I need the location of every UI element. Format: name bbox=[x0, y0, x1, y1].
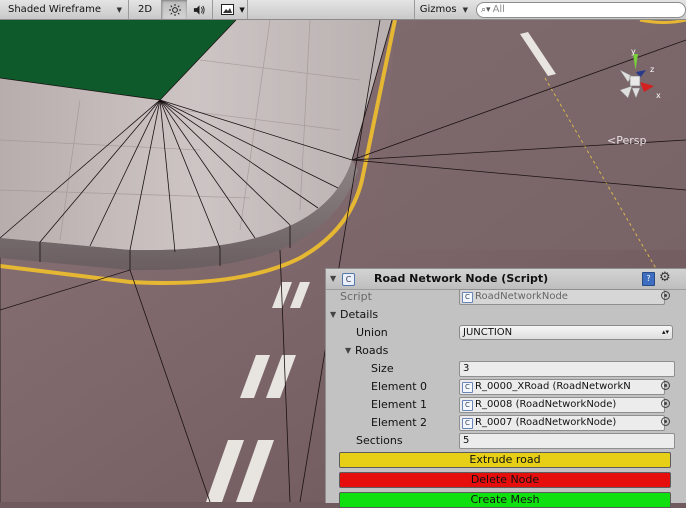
object-picker-icon bbox=[661, 291, 670, 300]
image-icon bbox=[220, 4, 234, 15]
size-row: Size 3 bbox=[326, 360, 686, 378]
gear-icon[interactable]: ⚙ bbox=[659, 270, 671, 285]
union-value: JUNCTION bbox=[463, 327, 513, 338]
chevron-down-icon: ▼ bbox=[239, 5, 245, 14]
chevron-down-icon: ▼ bbox=[116, 5, 122, 14]
element-row: Element 2 C R_0007 (RoadNetworkNode) bbox=[326, 414, 686, 432]
details-label: Details bbox=[340, 308, 379, 321]
script-file-icon: C bbox=[462, 400, 473, 411]
union-row: Union JUNCTION ▴▾ bbox=[326, 324, 686, 342]
size-label: Size bbox=[371, 362, 394, 375]
delete-node-button[interactable]: Delete Node bbox=[339, 472, 671, 488]
shading-mode-dropdown[interactable]: Shaded Wireframe ▼ bbox=[0, 0, 128, 19]
gizmos-dropdown[interactable]: Gizmos ▼ bbox=[415, 0, 472, 19]
element-label: Element 0 bbox=[371, 380, 428, 393]
search-placeholder: All bbox=[492, 4, 505, 15]
element-object-field[interactable]: C R_0000_XRoad (RoadNetworkN bbox=[459, 379, 665, 395]
object-picker-icon[interactable] bbox=[661, 417, 670, 426]
roads-label: Roads bbox=[355, 344, 389, 357]
foldout-arrow-icon[interactable]: ▼ bbox=[330, 274, 336, 283]
shading-mode-label: Shaded Wireframe bbox=[8, 4, 101, 15]
script-value: RoadNetworkNode bbox=[475, 291, 568, 302]
sections-row: Sections 5 bbox=[326, 432, 686, 450]
element-value: R_0008 (RoadNetworkNode) bbox=[475, 399, 617, 410]
scene-toolbar: Shaded Wireframe ▼ 2D ▼ Gizmos ▼ ⌕▾ All bbox=[0, 0, 686, 20]
speaker-icon bbox=[193, 4, 205, 15]
effects-dropdown-button[interactable]: ▼ bbox=[237, 0, 247, 19]
sections-input[interactable]: 5 bbox=[459, 433, 675, 449]
script-file-icon: C bbox=[462, 292, 473, 303]
foldout-arrow-icon[interactable]: ▼ bbox=[345, 346, 351, 355]
script-label: Script bbox=[340, 290, 372, 303]
scene-audio-button[interactable] bbox=[187, 0, 212, 19]
orientation-gizmo[interactable]: y z x bbox=[602, 48, 672, 118]
projection-toggle[interactable]: <Persp bbox=[607, 134, 646, 147]
details-foldout[interactable]: ▼ Details bbox=[326, 306, 686, 324]
object-picker-icon[interactable] bbox=[661, 381, 670, 390]
2d-toggle-button[interactable]: 2D bbox=[129, 0, 161, 19]
element-object-field[interactable]: C R_0007 (RoadNetworkNode) bbox=[459, 415, 665, 431]
foldout-arrow-icon[interactable]: ▼ bbox=[330, 310, 336, 319]
script-icon: C bbox=[342, 273, 355, 286]
svg-text:z: z bbox=[650, 65, 654, 74]
element-label: Element 1 bbox=[371, 398, 428, 411]
roads-foldout[interactable]: ▼ Roads bbox=[326, 342, 686, 360]
updown-arrows-icon: ▴▾ bbox=[661, 328, 669, 336]
arrow-left-icon: < bbox=[607, 134, 617, 147]
sun-icon bbox=[168, 3, 181, 16]
element-row: Element 0 C R_0000_XRoad (RoadNetworkN bbox=[326, 378, 686, 396]
gizmos-label: Gizmos bbox=[419, 4, 457, 15]
size-input[interactable]: 3 bbox=[459, 361, 675, 377]
element-value: R_0000_XRoad (RoadNetworkN bbox=[475, 381, 631, 392]
inspector-panel: ▼ C Road Network Node (Script) ? ⚙ Scrip… bbox=[325, 268, 686, 508]
object-picker-icon[interactable] bbox=[661, 399, 670, 408]
union-select[interactable]: JUNCTION ▴▾ bbox=[459, 325, 673, 340]
component-header[interactable]: ▼ C Road Network Node (Script) ? ⚙ bbox=[326, 269, 686, 290]
component-title: Road Network Node (Script) bbox=[374, 272, 549, 285]
help-book-icon[interactable]: ? bbox=[642, 272, 655, 286]
svg-text:x: x bbox=[656, 91, 661, 100]
script-field: C RoadNetworkNode bbox=[459, 289, 665, 305]
chevron-down-icon: ▼ bbox=[462, 5, 468, 14]
script-row: Script C RoadNetworkNode bbox=[326, 288, 686, 306]
projection-label: Persp bbox=[616, 134, 647, 147]
union-label: Union bbox=[356, 326, 388, 339]
scene-lighting-button[interactable] bbox=[162, 0, 187, 19]
create-mesh-button[interactable]: Create Mesh bbox=[339, 492, 671, 508]
toolbar-divider bbox=[247, 0, 248, 19]
axis-gizmo-icon: y z x bbox=[619, 48, 661, 100]
element-label: Element 2 bbox=[371, 416, 428, 429]
script-file-icon: C bbox=[462, 382, 473, 393]
element-row: Element 1 C R_0008 (RoadNetworkNode) bbox=[326, 396, 686, 414]
scene-effects-button[interactable] bbox=[213, 0, 237, 19]
element-value: R_0007 (RoadNetworkNode) bbox=[475, 417, 617, 428]
element-object-field[interactable]: C R_0008 (RoadNetworkNode) bbox=[459, 397, 665, 413]
svg-text:y: y bbox=[631, 48, 636, 56]
script-file-icon: C bbox=[462, 418, 473, 429]
scene-search-input[interactable]: ⌕▾ All bbox=[476, 1, 686, 18]
search-icon: ⌕▾ bbox=[481, 4, 491, 15]
extrude-road-button[interactable]: Extrude road bbox=[339, 452, 671, 468]
sections-label: Sections bbox=[356, 434, 403, 447]
